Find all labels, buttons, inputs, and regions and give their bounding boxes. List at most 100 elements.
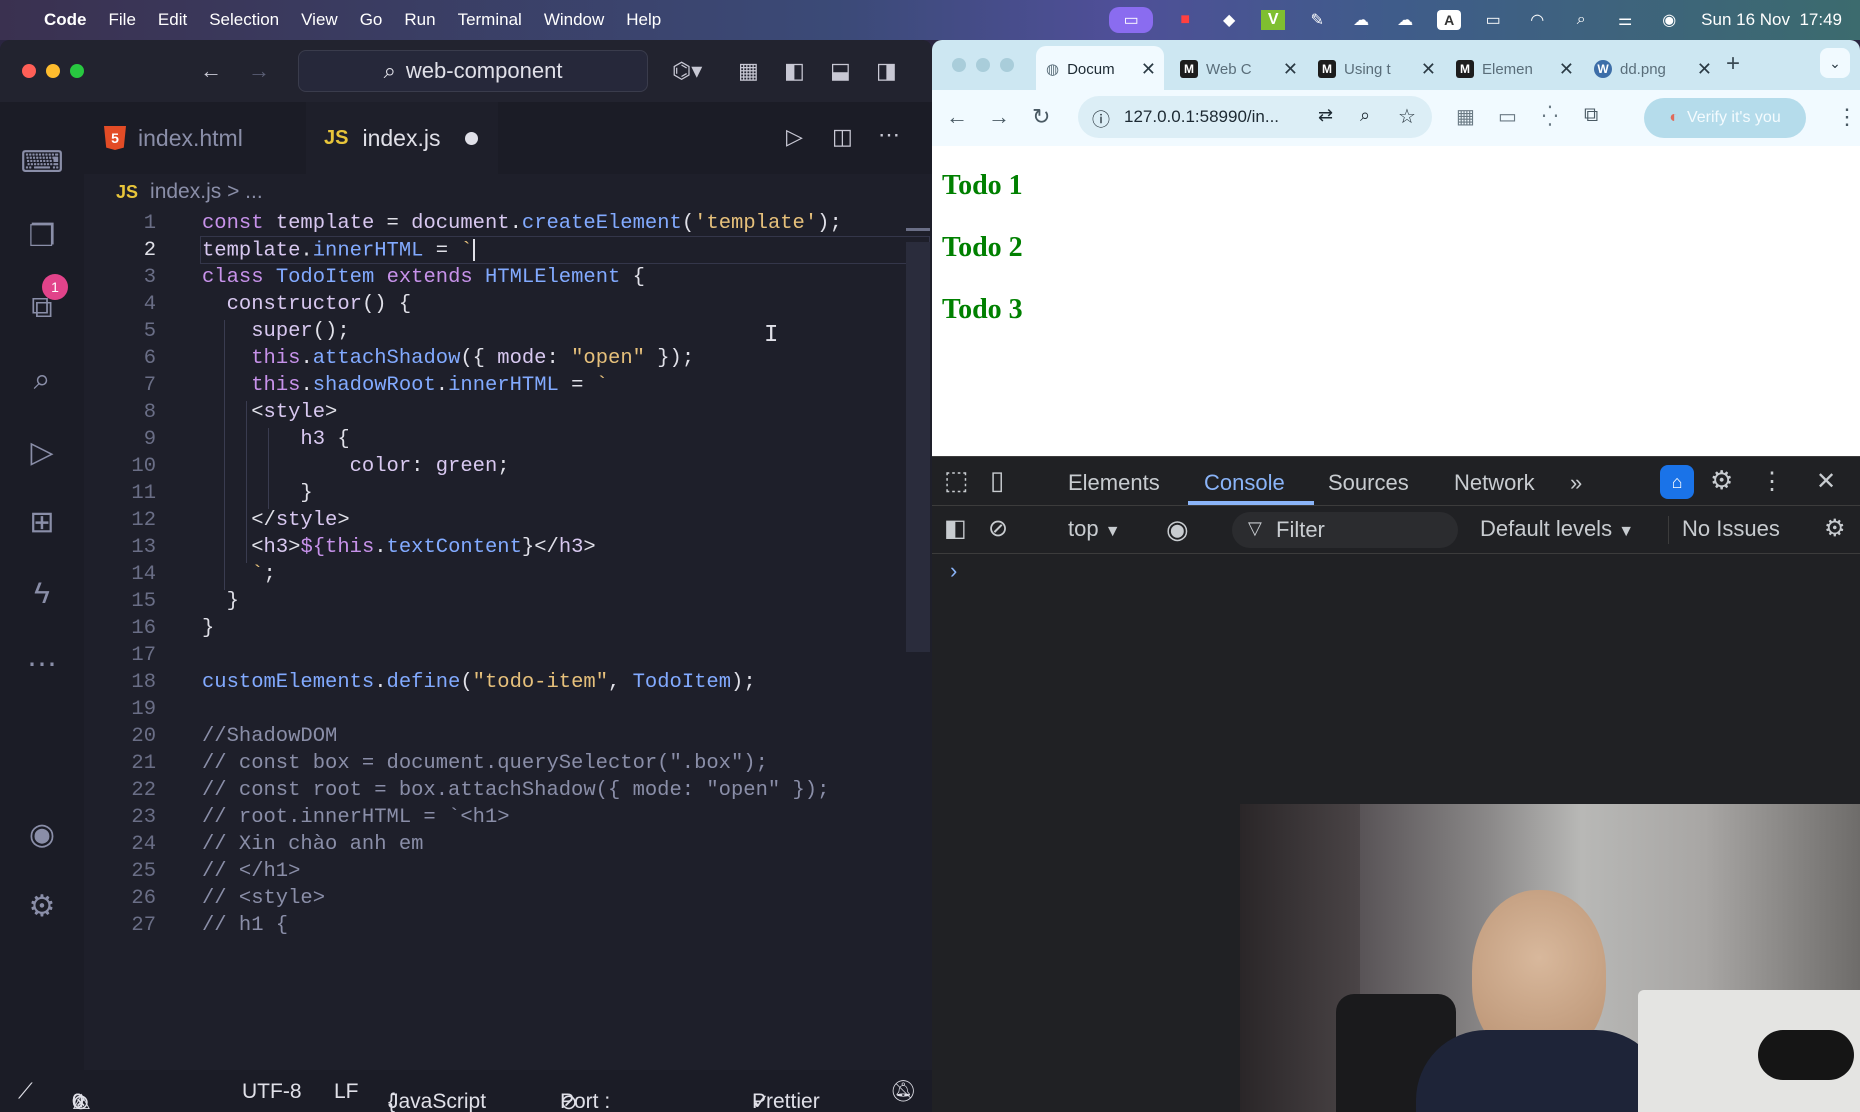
code-line[interactable]: this.attachShadow({ mode: "open" }); — [202, 347, 694, 370]
tab-sources[interactable]: Sources — [1328, 470, 1409, 496]
close-window-button[interactable] — [22, 64, 36, 78]
code-editor[interactable]: 1 2 3 4 5 6 7 8 9 10 11 12 13 14 15 16 17 18 19 20 21 22 23 24 2… — [84, 210, 932, 1068]
close-tab-icon[interactable]: ✕ — [1421, 59, 1436, 80]
tab-index-html[interactable]: 5 index.html — [104, 102, 304, 174]
command-center-search[interactable]: ⌕ web-component — [298, 50, 648, 92]
chrome-tab-dd-png[interactable]: W dd.png ✕ — [1594, 48, 1720, 90]
chrome-tab-using[interactable]: M Using t ✕ — [1318, 48, 1444, 90]
battery-icon[interactable]: ▭ — [1481, 10, 1505, 30]
code-line[interactable]: // <style> — [202, 887, 325, 910]
console-filter-input[interactable]: ▽ Filter — [1232, 512, 1458, 548]
forward-arrow-icon[interactable]: → — [248, 58, 270, 84]
issues-counter[interactable]: No Issues — [1682, 516, 1780, 542]
unsaved-dot-icon[interactable] — [465, 132, 478, 145]
code-line[interactable]: <style> — [202, 401, 337, 424]
minimize-window-button[interactable] — [46, 64, 60, 78]
run-file-icon[interactable]: ▷ — [786, 124, 803, 150]
menu-go[interactable]: Go — [360, 10, 383, 30]
explorer-icon[interactable]: ❐ — [20, 214, 64, 258]
extensions-icon[interactable]: ⊞ — [20, 500, 64, 544]
menu-selection[interactable]: Selection — [209, 10, 279, 30]
code-line[interactable]: } — [202, 590, 239, 613]
reload-icon[interactable]: ↻ — [1032, 104, 1050, 130]
chrome-menu-icon[interactable]: ⋮ — [1836, 104, 1858, 130]
feather-icon[interactable]: ✎ — [1305, 10, 1329, 30]
translate-icon[interactable]: ⇄ — [1318, 105, 1333, 126]
zoom-window-button[interactable] — [1000, 58, 1014, 72]
toggle-secondary-sidebar-icon[interactable]: ◨ — [876, 58, 897, 84]
cloud-sync-icon[interactable]: ☁ — [1349, 10, 1373, 30]
code-line[interactable]: // Xin chào anh em — [202, 833, 423, 856]
code-line[interactable]: const template = document.createElement(… — [202, 212, 842, 235]
breadcrumb-rest[interactable]: > ... — [221, 180, 263, 204]
menu-help[interactable]: Help — [626, 10, 661, 30]
more-tabs-icon[interactable]: » — [1570, 470, 1582, 496]
screen-mirror-icon[interactable]: ▭ — [1109, 7, 1154, 33]
code-line[interactable]: class TodoItem extends HTMLElement { — [202, 266, 645, 289]
minimize-window-button[interactable] — [976, 58, 990, 72]
tab-network[interactable]: Network — [1454, 470, 1535, 496]
console-prompt-icon[interactable]: › — [950, 558, 957, 584]
menu-view[interactable]: View — [301, 10, 338, 30]
record-icon[interactable]: ■ — [1173, 10, 1197, 30]
console-settings-gear-icon[interactable]: ⚙ — [1824, 514, 1846, 543]
menu-terminal[interactable]: Terminal — [458, 10, 522, 30]
code-line[interactable]: template.innerHTML = ` — [202, 239, 475, 262]
code-line[interactable]: } — [202, 482, 312, 505]
zoom-icon[interactable]: ⌕ — [1360, 105, 1370, 126]
loading-icon[interactable]: ⁛ — [1542, 104, 1558, 129]
chrome-tab-document[interactable]: ◍ Docum ✕ — [1046, 48, 1164, 90]
settings-gear-icon[interactable]: ⚙ — [20, 884, 64, 928]
menu-run[interactable]: Run — [404, 10, 435, 30]
code-line[interactable]: <h3>${this.textContent}</h3> — [202, 536, 596, 559]
ai-assistance-icon[interactable]: ⌂ — [1660, 465, 1694, 499]
toggle-primary-sidebar-icon[interactable]: ◧ — [784, 58, 805, 84]
encoding[interactable]: UTF-8 — [242, 1080, 302, 1104]
split-editor-icon[interactable]: ◫ — [832, 124, 853, 150]
code-line[interactable]: this.shadowRoot.innerHTML = ` — [202, 374, 608, 397]
live-expression-eye-icon[interactable]: ◉ — [1166, 514, 1189, 545]
clear-console-icon[interactable]: ⊘ — [988, 514, 1008, 543]
close-tab-icon[interactable]: ✕ — [1283, 59, 1298, 80]
code-line[interactable]: // const root = box.attachShadow({ mode:… — [202, 779, 829, 802]
wifi-icon[interactable]: ◠ — [1525, 10, 1549, 30]
remote-icon[interactable]: ⟋ — [18, 1080, 33, 1104]
console-output[interactable]: › — [932, 554, 1860, 1112]
tab-index-js[interactable]: JS index.js — [306, 102, 498, 174]
siri-icon[interactable]: ◉ — [1657, 10, 1681, 30]
copilot-chat-icon[interactable]: ⌨ — [20, 140, 64, 184]
v-app-icon[interactable]: V — [1261, 10, 1286, 30]
cloud-icon[interactable]: ☁ — [1393, 10, 1417, 30]
forward-arrow-icon[interactable]: → — [988, 104, 1010, 130]
chrome-tab-elements[interactable]: M Elemen ✕ — [1456, 48, 1582, 90]
editor-scrollbar[interactable] — [906, 242, 930, 652]
code-line[interactable]: customElements.define("todo-item", TodoI… — [202, 671, 756, 694]
code-line[interactable]: } — [202, 617, 214, 640]
diamond-icon[interactable]: ◆ — [1217, 10, 1241, 30]
code-line[interactable]: // </h1> — [202, 860, 300, 883]
run-debug-icon[interactable]: ▷ — [20, 430, 64, 474]
code-line[interactable]: // const box = document.querySelector(".… — [202, 752, 768, 775]
breadcrumb-file[interactable]: index.js — [150, 180, 221, 204]
source-control-icon[interactable]: ⧉ — [20, 286, 64, 330]
more-actions-icon[interactable]: ⋯ — [878, 122, 900, 148]
sidebar-toggle-icon[interactable]: ◧ — [944, 514, 967, 543]
code-line[interactable]: constructor() { — [202, 293, 412, 316]
input-source-icon[interactable]: A — [1437, 10, 1462, 30]
menu-edit[interactable]: Edit — [158, 10, 187, 30]
menu-app-name[interactable]: Code — [44, 10, 87, 30]
extension-icon[interactable]: ▭ — [1498, 104, 1517, 129]
bookmark-star-icon[interactable]: ☆ — [1398, 104, 1416, 129]
close-tab-icon[interactable]: ✕ — [1141, 59, 1156, 80]
address-bar[interactable]: ⓘ 127.0.0.1:58990/in... ⇄ ⌕ ☆ — [1078, 96, 1432, 138]
menu-file[interactable]: File — [109, 10, 136, 30]
code-line[interactable]: color: green; — [202, 455, 510, 478]
devtools-menu-icon[interactable]: ⋮ — [1760, 467, 1784, 496]
control-center-icon[interactable]: ⚌ — [1613, 10, 1637, 30]
chrome-tab-web-components[interactable]: M Web C ✕ — [1180, 48, 1306, 90]
tab-console[interactable]: Console — [1204, 470, 1285, 496]
verify-identity-button[interactable]: ◐ Verify it's you — [1644, 98, 1806, 138]
account-icon[interactable]: ◉ — [20, 812, 64, 856]
close-tab-icon[interactable]: ✕ — [1697, 59, 1712, 80]
close-tab-icon[interactable]: ✕ — [1559, 59, 1574, 80]
